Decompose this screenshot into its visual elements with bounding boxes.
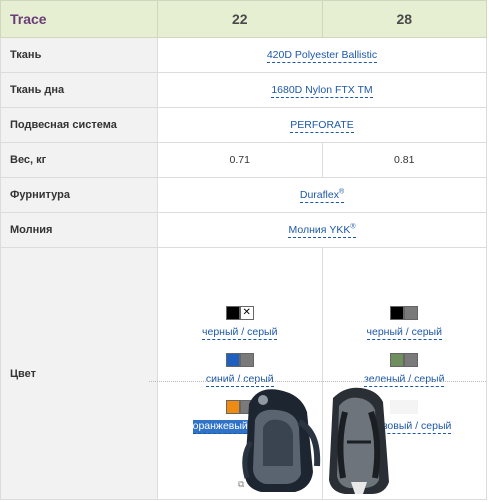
suspension-value: PERFORATE <box>157 107 487 143</box>
hardware-link-text: Duraflex <box>299 189 339 201</box>
color-swatch-left <box>225 353 240 367</box>
row-label-fabric: Ткань <box>0 37 158 73</box>
hardware-link[interactable]: Duraflex® <box>299 188 345 203</box>
hardware-value: Duraflex® <box>157 177 487 213</box>
color-option[interactable]: черный / серый <box>323 306 487 353</box>
zipper-value: Молния YKK® <box>157 212 487 248</box>
model-22-header: 22 <box>157 0 323 38</box>
registered-mark: ® <box>350 223 356 231</box>
row-label-suspension: Подвесная система <box>0 107 158 143</box>
model-28-header: 28 <box>321 0 487 38</box>
zipper-link[interactable]: Молния YKK® <box>288 223 356 238</box>
fabric-value: 420D Polyester Ballistic <box>157 37 487 73</box>
suspension-link[interactable]: PERFORATE <box>290 119 354 133</box>
registered-mark: ® <box>338 188 345 196</box>
product-title: Trace <box>0 0 158 38</box>
weight-28: 0.81 <box>321 142 487 178</box>
backpack-front-image[interactable] <box>242 389 321 492</box>
backpack-back-image[interactable] <box>329 387 389 494</box>
color-swatch-right <box>239 353 254 367</box>
color-link[interactable]: черный / серый <box>202 326 278 340</box>
color-link[interactable]: черный / серый <box>366 326 442 340</box>
row-label-hardware: Фурнитура <box>0 177 158 213</box>
bottom-fabric-value: 1680D Nylon FTX TM <box>157 72 487 108</box>
product-images <box>149 381 486 499</box>
color-swatch-left <box>390 353 405 367</box>
fabric-link[interactable]: 420D Polyester Ballistic <box>266 49 378 63</box>
color-swatch-left <box>225 306 240 320</box>
zipper-link-text: Молния YKK <box>288 224 351 236</box>
bottom-fabric-link[interactable]: 1680D Nylon FTX TM <box>271 84 373 98</box>
backpack-images <box>242 387 389 494</box>
row-label-color: Цвет <box>0 247 158 500</box>
row-label-bottom-fabric: Ткань дна <box>0 72 158 108</box>
weight-22: 0.71 <box>157 142 323 178</box>
row-label-zipper: Молния <box>0 212 158 248</box>
zoom-icon[interactable]: ⧉ <box>238 480 247 489</box>
color-swatch-right <box>404 353 419 367</box>
color-option[interactable]: ✕ черный / серый <box>158 306 322 353</box>
color-swatch-right <box>404 306 419 320</box>
row-label-weight: Вес, кг <box>0 142 158 178</box>
color-swatch-left <box>390 306 405 320</box>
close-icon[interactable]: ✕ <box>239 306 254 320</box>
